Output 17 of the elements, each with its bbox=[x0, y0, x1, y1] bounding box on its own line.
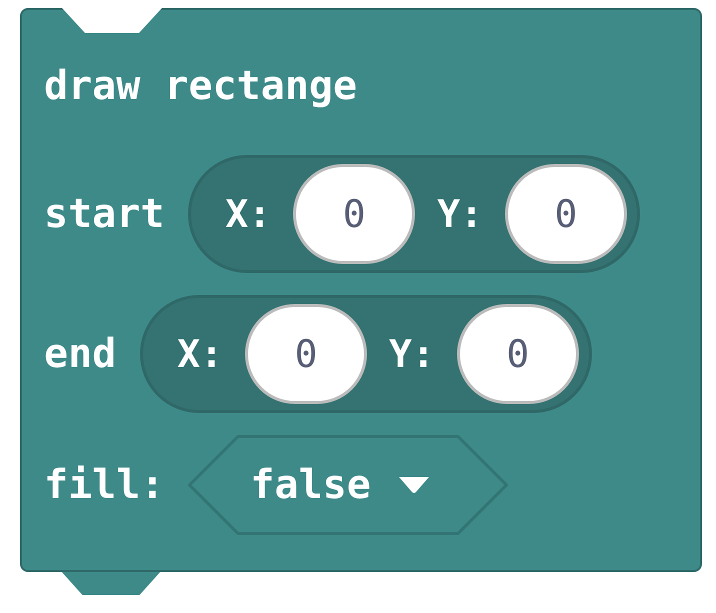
coordinate-label: X: bbox=[225, 192, 272, 236]
row-label: end bbox=[44, 331, 116, 377]
block-title: draw rectange bbox=[44, 62, 358, 111]
coordinate-block[interactable]: X: 0 Y: 0 bbox=[140, 295, 592, 413]
boolean-dropdown[interactable]: false bbox=[188, 435, 508, 535]
coordinate-label: X: bbox=[177, 332, 224, 376]
number-field[interactable]: 0 bbox=[293, 164, 416, 264]
coordinate-block[interactable]: X: 0 Y: 0 bbox=[188, 155, 640, 273]
number-field[interactable]: 0 bbox=[504, 164, 627, 264]
coordinate-label: Y: bbox=[389, 332, 435, 376]
coordinate-label: Y: bbox=[437, 192, 483, 236]
caret-icon bbox=[396, 475, 431, 495]
row-label: start bbox=[44, 191, 164, 237]
number-field[interactable]: 0 bbox=[245, 304, 368, 404]
code-block[interactable]: draw rectange start X: 0 Y: 0 end X: 0 Y: 0 fill: false bbox=[20, 8, 702, 572]
row-label: fill: bbox=[44, 462, 164, 508]
number-field[interactable]: 0 bbox=[456, 304, 579, 404]
